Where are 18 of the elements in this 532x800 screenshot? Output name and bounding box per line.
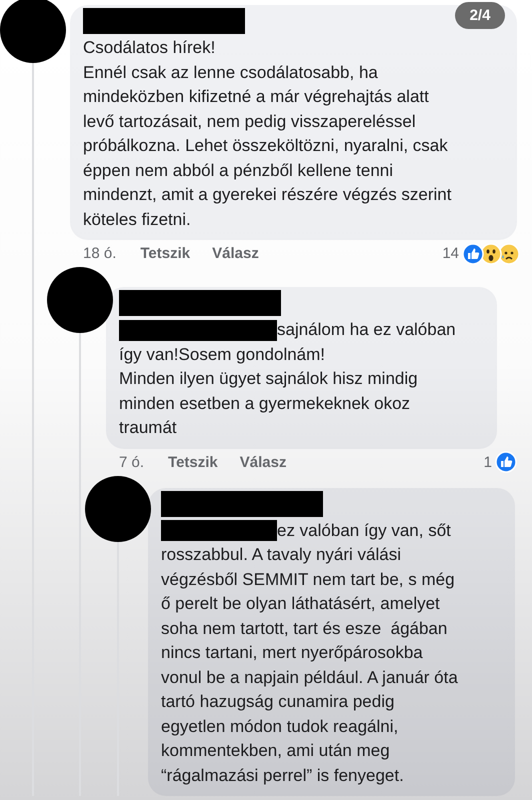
comment-text: sajnálom ha ez valóban	[277, 319, 456, 341]
surprised-face-icon	[480, 242, 502, 264]
reply-link[interactable]: Válasz	[212, 245, 259, 262]
thumbs-up-icon	[462, 242, 484, 264]
like-link[interactable]: Tetszik	[140, 245, 190, 262]
reply-link[interactable]: Válasz	[240, 454, 286, 470]
reaction-count: 1	[484, 454, 492, 470]
comment-text: Csodálatos hírek! Ennél csak az lenne csodálatosabb, ha mindeközben kifizetné a már végrehajtás alatt levő tartozásait, nem pedig visszapereléssel próbálkozna. Lehet összeköltözni, nyaralni, csak éppen nem abból a pénzből kellene tenni mindenzt, amit a gyerekei részére végzés szerint köteles fizetni.	[83, 37, 452, 230]
like-link[interactable]: Tetszik	[168, 454, 218, 470]
comment-time: 7 ó.	[119, 454, 144, 470]
reaction-count: 14	[442, 245, 459, 262]
comment-text: ez valóban így van, sőt	[277, 520, 451, 542]
page-indicator: 2/4	[455, 2, 505, 29]
comment-text: így van!Sosem gondolnám! Minden ilyen ügyet sajnálok hisz mindig minden esetben a gyermekeknek okoz traumát	[119, 344, 419, 439]
thumbs-up-icon	[495, 451, 517, 473]
comment-text: rosszabbul. A tavaly nyári válási végzésből SEMMIT nem tart be, s még ő perelt be olyan láthatásért, amelyet soha nem tartott, tart és esze ágában nincs tartani, mert nyerőpárosokba vonul be a napjain például. A január óta tartó hazugság cunamira pedig egyetlen módon tudok reagálni, kommentekben, ami után meg “rágalmazási perrel” is fenyeget.	[161, 544, 459, 786]
comment-time: 18 ó.	[83, 245, 116, 262]
sad-face-icon	[498, 242, 520, 264]
